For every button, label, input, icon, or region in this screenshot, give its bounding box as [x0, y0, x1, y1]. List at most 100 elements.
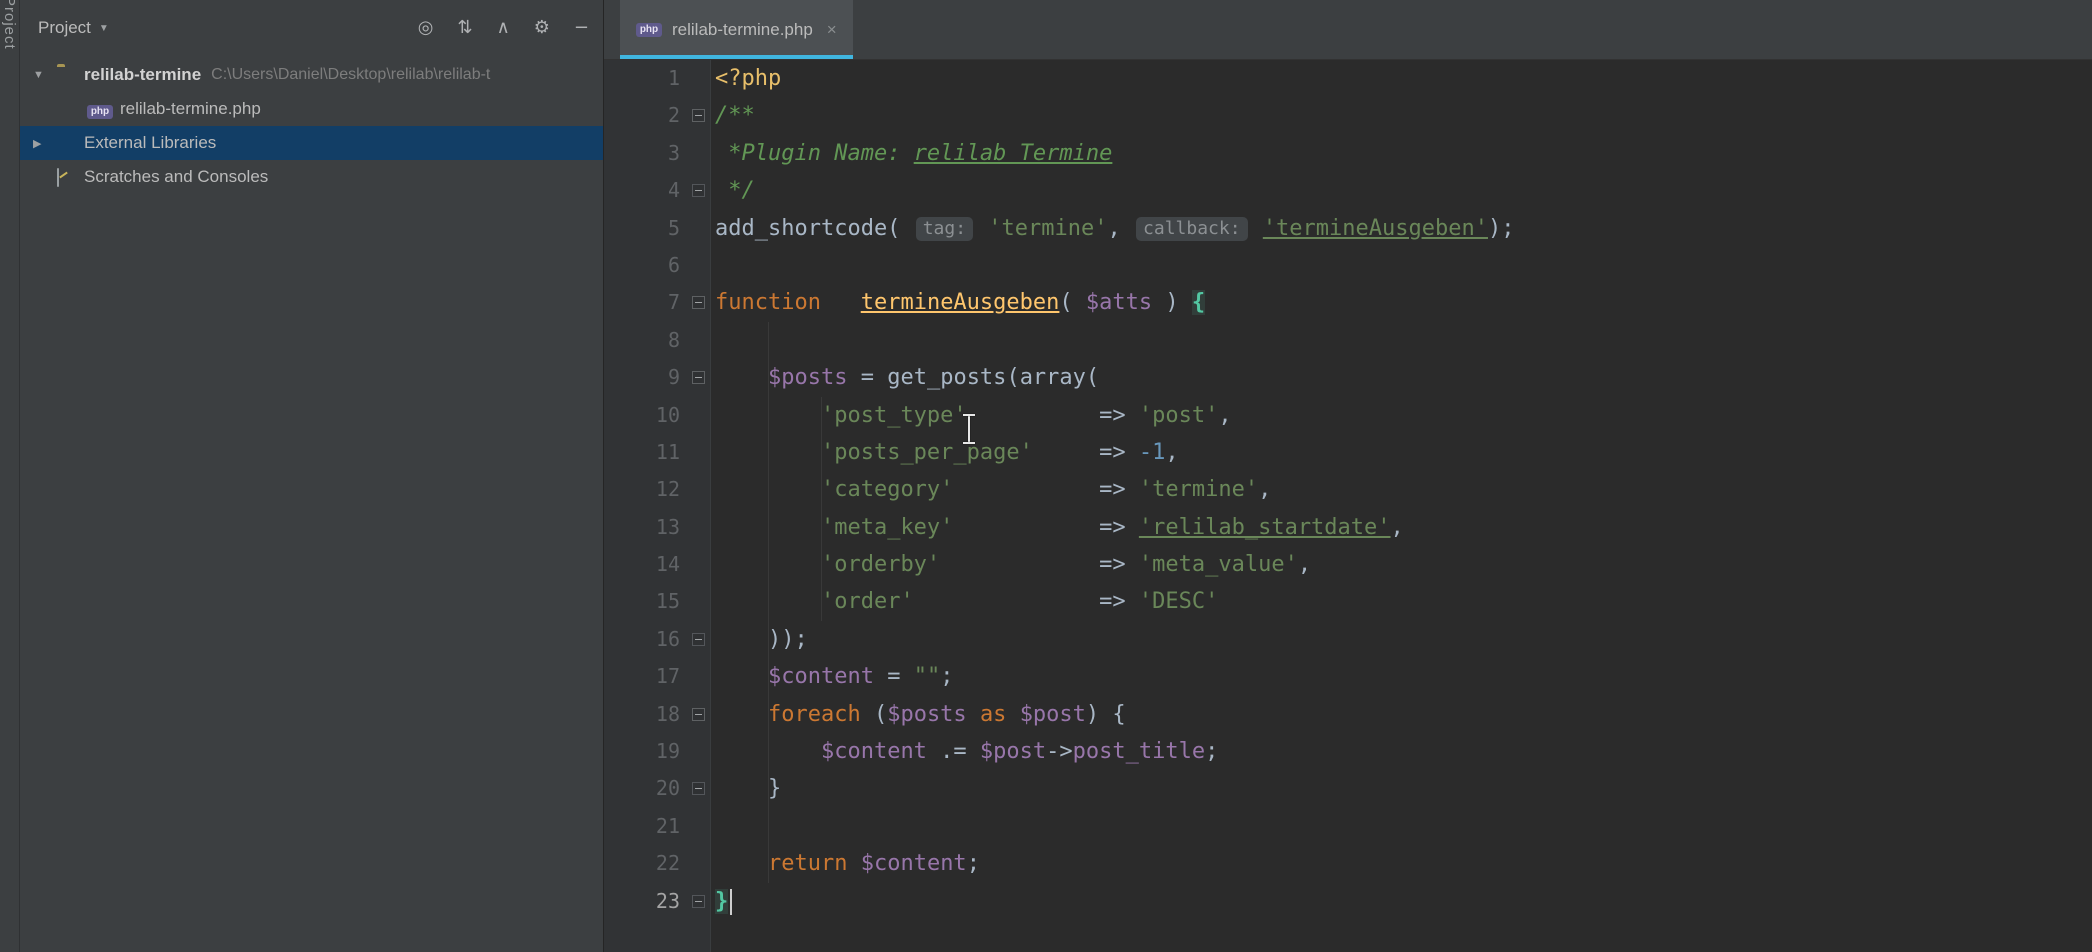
scratches-icon	[57, 168, 59, 187]
hide-icon[interactable]: −	[574, 19, 589, 37]
code-line[interactable]: function termineAusgeben( $atts ) {	[711, 284, 2092, 321]
code-line[interactable]	[711, 247, 2092, 284]
line-number[interactable]: 19	[652, 733, 680, 770]
line-number[interactable]: 13	[652, 509, 680, 546]
fold-end-icon[interactable]	[692, 782, 705, 795]
fold-end-icon[interactable]	[692, 633, 705, 646]
code-line[interactable]: *Plugin Name: relilab Termine	[711, 135, 2092, 172]
tree-item[interactable]: ▼relilab-termineC:\Users\Daniel\Desktop\…	[20, 58, 603, 92]
gutter-line: 2	[604, 97, 710, 134]
code-area[interactable]: <?php/** *Plugin Name: relilab Termine *…	[711, 60, 2092, 952]
gutter-line: 4	[604, 172, 710, 209]
tree-item[interactable]: Scratches and Consoles	[20, 160, 603, 194]
code-line[interactable]: 'category' => 'termine',	[711, 471, 2092, 508]
tab-close-icon[interactable]: ×	[827, 20, 837, 40]
fold-icon[interactable]	[692, 708, 705, 721]
code-line[interactable]: $content .= $post->post_title;	[711, 733, 2092, 770]
code-line[interactable]: ));	[711, 621, 2092, 658]
project-panel: Project ▼ ◎⇅∧⚙− ▼relilab-termineC:\Users…	[20, 0, 603, 952]
project-panel-header: Project ▼ ◎ ⇅ ∧ ⚙ −	[20, 0, 603, 56]
line-number[interactable]: 18	[652, 696, 680, 733]
line-number[interactable]: 8	[652, 322, 680, 359]
line-number[interactable]: 21	[652, 808, 680, 845]
fold-icon[interactable]	[692, 296, 705, 309]
php-file-icon: php	[87, 105, 113, 119]
code-line[interactable]: 'post_type' => 'post',	[711, 397, 2092, 434]
line-number[interactable]: 3	[652, 135, 680, 172]
fold-end-icon[interactable]	[692, 895, 705, 908]
line-number[interactable]: 9	[652, 359, 680, 396]
line-number[interactable]: 6	[652, 247, 680, 284]
project-dropdown[interactable]: Project	[38, 18, 91, 38]
gutter-line: 13	[604, 509, 710, 546]
gutter[interactable]: 1234567891011121314151617181920212223	[604, 60, 711, 952]
code-line[interactable]: }	[711, 883, 2092, 920]
panel-header-icons: ◎ ⇅ ∧ ⚙ −	[418, 0, 589, 56]
gutter-line: 11	[604, 434, 710, 471]
gutter-line: 1	[604, 60, 710, 97]
code-line[interactable]: }	[711, 770, 2092, 807]
line-number[interactable]: 22	[652, 845, 680, 882]
settings-icon[interactable]: ⚙	[534, 19, 550, 37]
line-number[interactable]: 16	[652, 621, 680, 658]
php-file-icon: php	[636, 23, 662, 37]
line-number[interactable]: 11	[652, 434, 680, 471]
tree-item[interactable]: ▶ External Libraries	[20, 126, 603, 160]
line-number[interactable]: 20	[652, 770, 680, 807]
project-stripe-button[interactable]: Project	[1, 0, 18, 50]
code-line[interactable]: 'orderby' => 'meta_value',	[711, 546, 2092, 583]
line-number[interactable]: 17	[652, 658, 680, 695]
code-line[interactable]: */	[711, 172, 2092, 209]
tab-relilab-termine-php[interactable]: php relilab-termine.php ×	[620, 0, 853, 59]
line-number[interactable]: 5	[652, 210, 680, 247]
locate-icon[interactable]: ◎	[418, 19, 434, 37]
editor-tabs: php relilab-termine.php ×	[604, 0, 2092, 60]
gutter-line: 9	[604, 359, 710, 396]
line-number[interactable]: 14	[652, 546, 680, 583]
tree-item[interactable]: php relilab-termine.php	[20, 92, 603, 126]
tree-item-label: relilab-termine	[84, 65, 201, 85]
code-line[interactable]: return $content;	[711, 845, 2092, 882]
collapse-all-icon[interactable]: ∧	[497, 19, 510, 37]
code-line[interactable]: $posts = get_posts(array(	[711, 359, 2092, 396]
line-number[interactable]: 15	[652, 583, 680, 620]
code-line[interactable]: 'meta_key' => 'relilab_startdate',	[711, 509, 2092, 546]
active-tab-underline	[620, 55, 853, 59]
fold-icon[interactable]	[692, 371, 705, 384]
chevron-down-icon[interactable]: ▼	[99, 23, 109, 34]
fold-icon[interactable]	[692, 109, 705, 122]
chevron-down-icon[interactable]: ▼	[33, 69, 57, 81]
gutter-line: 8	[604, 322, 710, 359]
chevron-right-icon[interactable]: ▶	[33, 137, 57, 150]
code-line[interactable]: foreach ($posts as $post) {	[711, 696, 2092, 733]
gutter-line: 6	[604, 247, 710, 284]
code-line[interactable]	[711, 322, 2092, 359]
tree-item-label: Scratches and Consoles	[84, 167, 268, 187]
tree-item-label: relilab-termine.php	[120, 99, 261, 119]
gutter-line: 23	[604, 883, 710, 920]
expand-collapse-icon[interactable]: ⇅	[457, 19, 472, 37]
gutter-line: 10	[604, 397, 710, 434]
tree-item-label: External Libraries	[84, 133, 216, 153]
fold-end-icon[interactable]	[692, 184, 705, 197]
code-line[interactable]: 'order' => 'DESC'	[711, 583, 2092, 620]
code-line[interactable]: add_shortcode( tag: 'termine', callback:…	[711, 210, 2092, 247]
line-number[interactable]: 4	[652, 172, 680, 209]
line-number[interactable]: 1	[652, 60, 680, 97]
project-tree: ▼relilab-termineC:\Users\Daniel\Desktop\…	[20, 58, 603, 194]
code-line[interactable]: $content = "";	[711, 658, 2092, 695]
tool-window-stripe: Project	[0, 0, 20, 952]
caret	[730, 889, 732, 915]
code-line[interactable]: <?php	[711, 60, 2092, 97]
line-number[interactable]: 2	[652, 97, 680, 134]
line-number[interactable]: 10	[652, 397, 680, 434]
code-line[interactable]: 'posts_per_page' => -1,	[711, 434, 2092, 471]
gutter-line: 17	[604, 658, 710, 695]
editor: php relilab-termine.php × 12345678910111…	[603, 0, 2092, 952]
code-line[interactable]: /**	[711, 97, 2092, 134]
line-number[interactable]: 7	[652, 284, 680, 321]
line-number[interactable]: 12	[652, 471, 680, 508]
gutter-line: 16	[604, 621, 710, 658]
line-number[interactable]: 23	[652, 883, 680, 920]
code-line[interactable]	[711, 808, 2092, 845]
